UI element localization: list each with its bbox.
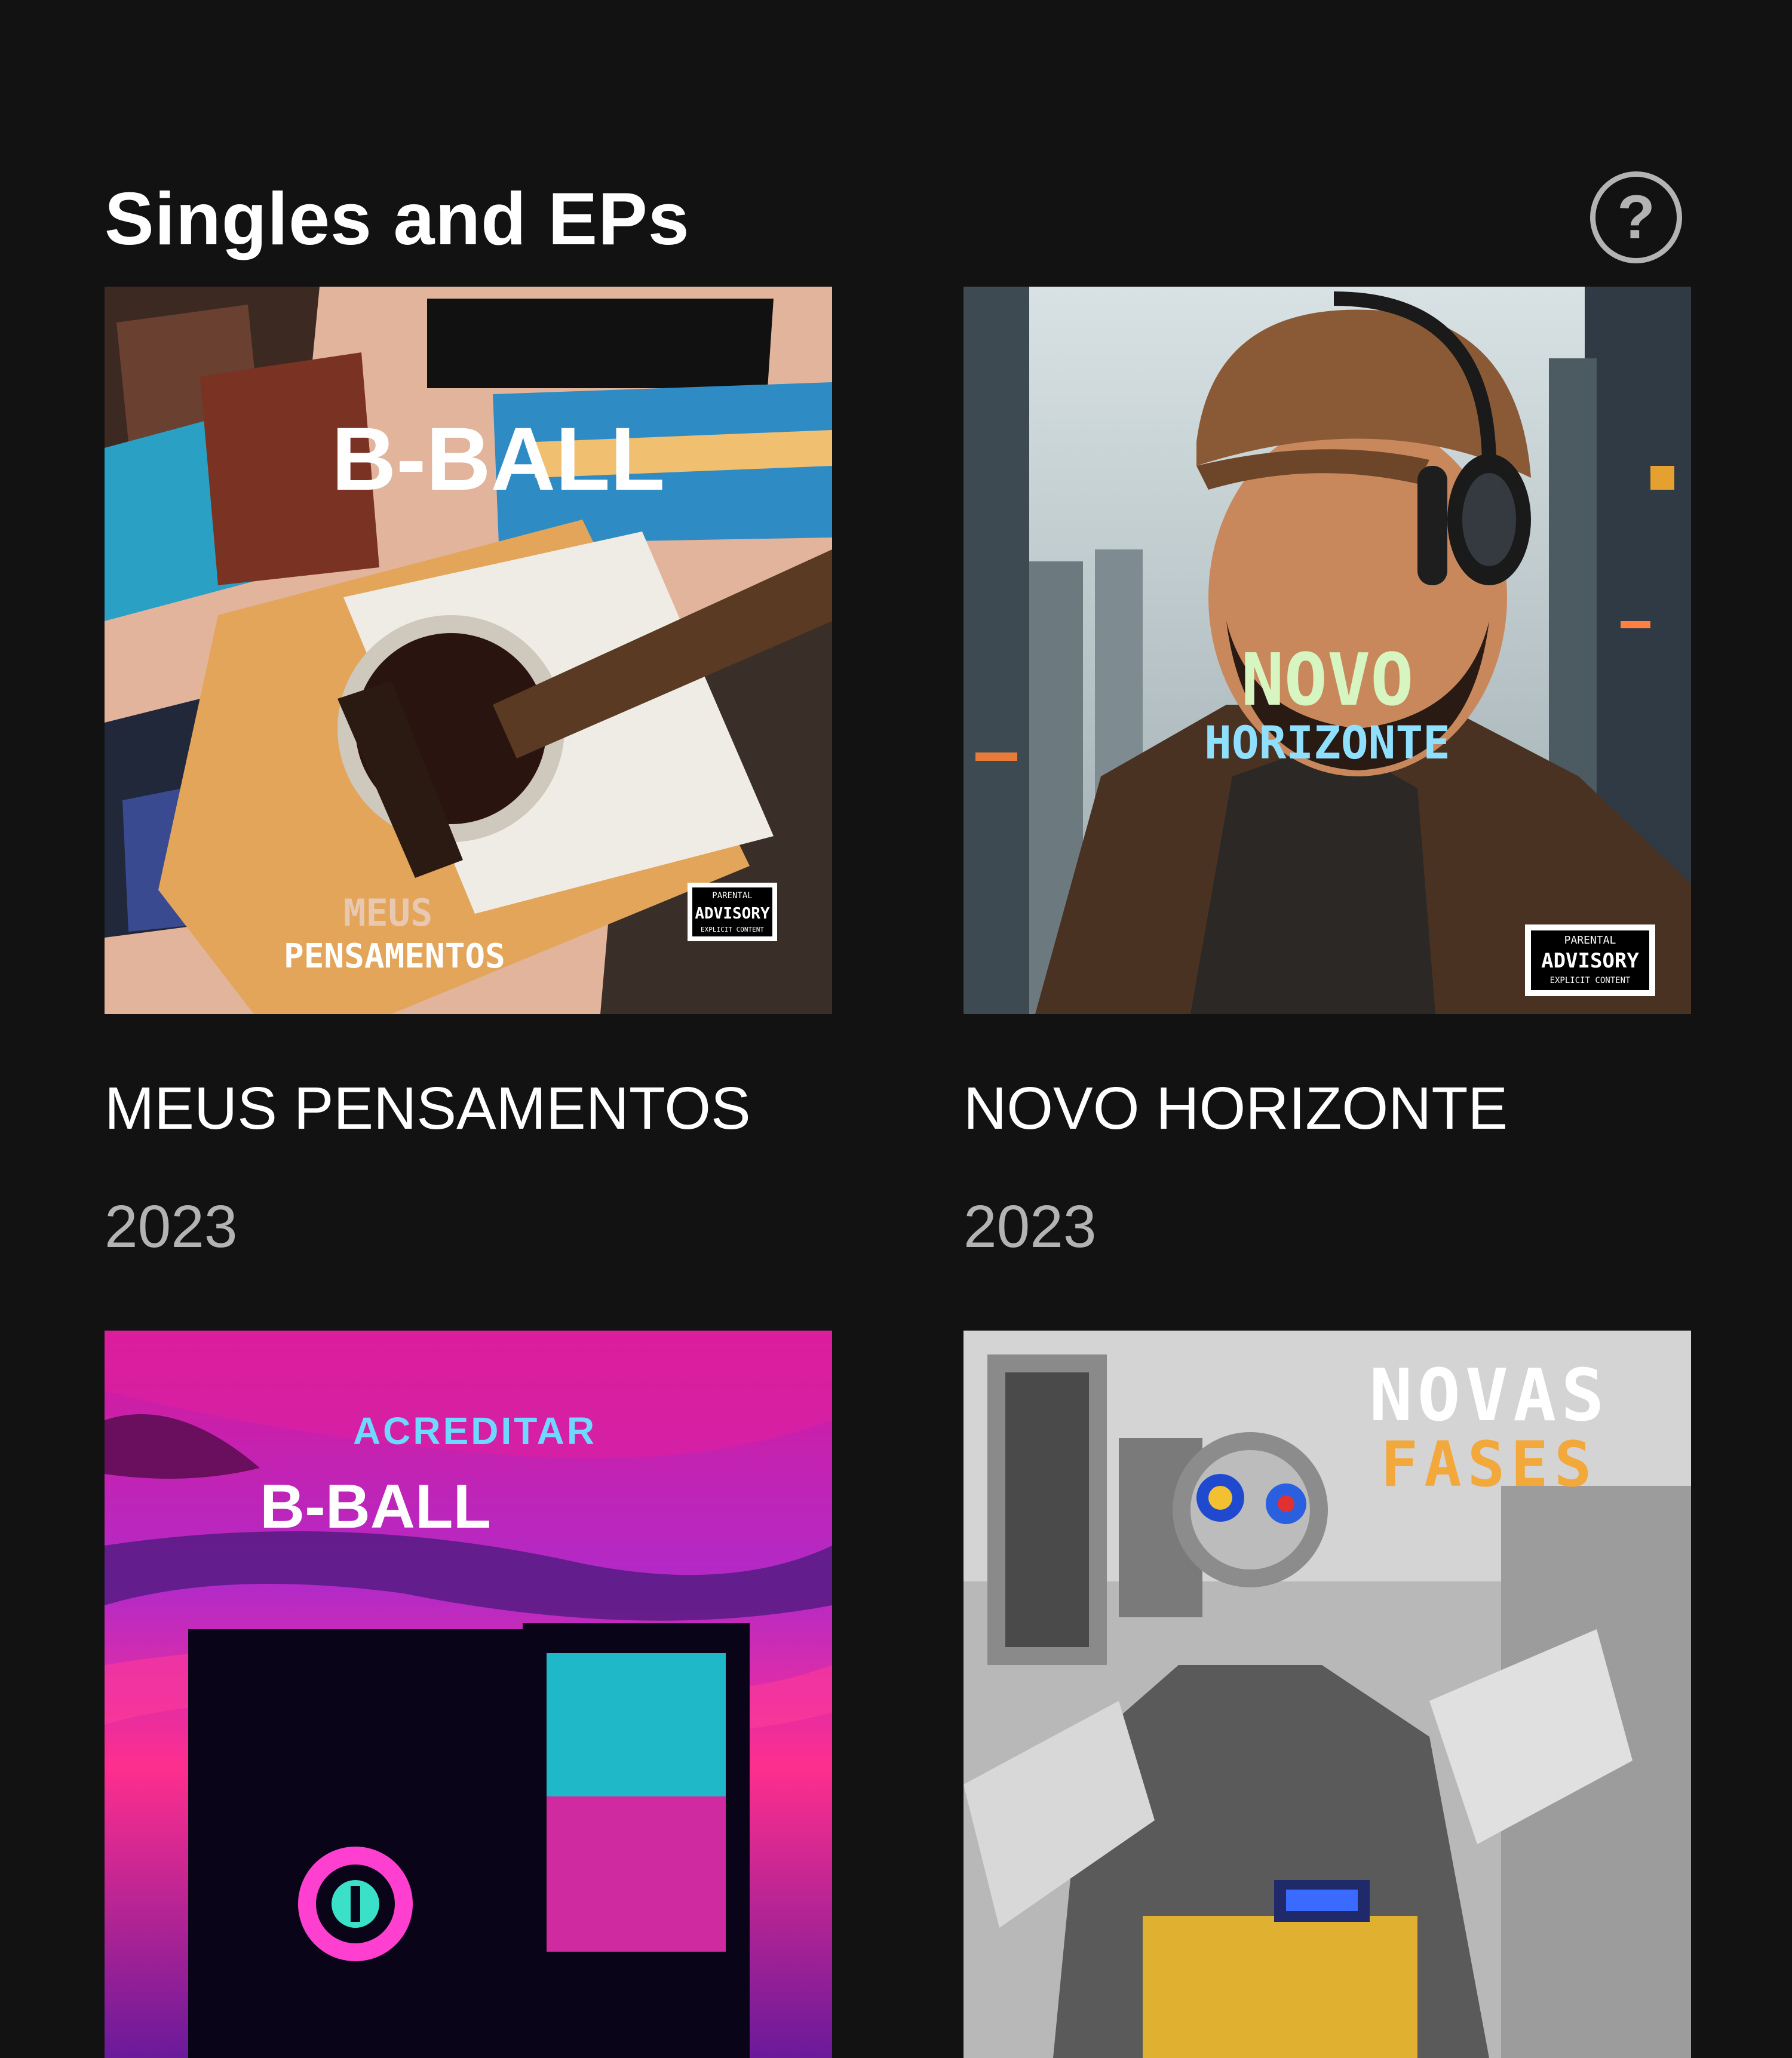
advisory-bottom: EXPLICIT CONTENT [1550, 976, 1631, 985]
help-icon[interactable]: ? [1590, 171, 1682, 263]
release-card-acreditar[interactable]: ACREDITAR B-BALL [105, 1331, 832, 2058]
release-year: 2023 [963, 1193, 1097, 1260]
album-cover-novas-fases[interactable]: NOVAS FASES [963, 1331, 1691, 2058]
release-card-meus-pensamentos[interactable]: B-BALL MEUS PENSAMENTOS PARENTAL ADVISOR… [105, 287, 832, 1257]
section-title: Singles and EPs [105, 178, 690, 260]
album-cover-meus-pensamentos[interactable]: B-BALL MEUS PENSAMENTOS PARENTAL ADVISOR… [105, 287, 832, 1014]
advisory-main: ADVISORY [1541, 949, 1639, 973]
advisory-bottom: EXPLICIT CONTENT [701, 926, 764, 933]
release-title[interactable]: MEUS PENSAMENTOS [105, 1079, 832, 1138]
cover-line2: FASES [1380, 1428, 1597, 1501]
advisory-main: ADVISORY [695, 905, 770, 923]
cover-artist-logo: B-BALL [332, 408, 665, 509]
release-year: 2023 [105, 1193, 238, 1260]
cover-line1: NOVO [1241, 639, 1414, 722]
album-cover-novo-horizonte[interactable]: NOVO HORIZONTE PARENTAL ADVISORY EXPLICI… [963, 287, 1691, 1014]
cover-line1: NOVAS [1369, 1354, 1609, 1437]
cover-line2: B-BALL [260, 1472, 491, 1541]
cover-line1: MEUS [343, 891, 432, 935]
cover-line1: ACREDITAR [353, 1409, 597, 1452]
release-card-novas-fases[interactable]: NOVAS FASES [963, 1331, 1691, 2058]
advisory-top: PARENTAL [1564, 934, 1616, 947]
album-cover-acreditar[interactable]: ACREDITAR B-BALL [105, 1331, 832, 2058]
cover-line2: PENSAMENTOS [284, 937, 505, 976]
advisory-top: PARENTAL [712, 891, 752, 901]
cover-line2: HORIZONTE [1204, 716, 1450, 769]
release-title[interactable]: NOVO HORIZONTE [963, 1079, 1691, 1138]
release-card-novo-horizonte[interactable]: NOVO HORIZONTE PARENTAL ADVISORY EXPLICI… [963, 287, 1691, 1257]
